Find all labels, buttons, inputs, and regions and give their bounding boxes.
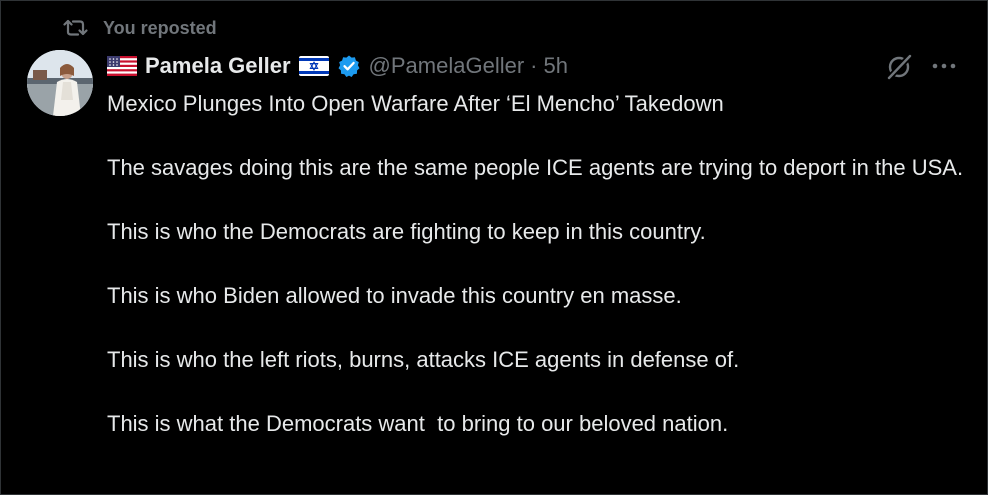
tweet-paragraph: This is who the left riots, burns, attac… [107, 347, 740, 372]
tweet-body: Mexico Plunges Into Open Warfare After ‘… [107, 88, 967, 440]
tweet-paragraph: The savages doing this are the same peop… [107, 155, 964, 180]
avatar[interactable] [27, 50, 93, 116]
us-flag-icon [107, 56, 137, 76]
more-icon[interactable] [929, 56, 959, 76]
tweet-paragraph: This is who Biden allowed to invade this… [107, 283, 682, 308]
israel-flag-icon [298, 56, 329, 76]
tweet-paragraph: This is what the Democrats want to bring… [107, 411, 729, 436]
repost-icon [63, 19, 88, 36]
repost-indicator[interactable]: You reposted [63, 16, 217, 40]
repost-label: You reposted [103, 17, 217, 38]
author-name[interactable]: Pamela Geller [145, 53, 291, 79]
tweet-paragraph: Mexico Plunges Into Open Warfare After ‘… [107, 91, 724, 116]
avatar-photo [27, 50, 93, 116]
tweet-paragraph: This is who the Democrats are fighting t… [107, 219, 706, 244]
grok-icon[interactable] [885, 53, 913, 81]
post-timestamp[interactable]: 5h [544, 53, 568, 79]
tweet-card[interactable]: You reposted Pamela Geller @PamelaGeller… [0, 0, 988, 495]
verified-badge-icon[interactable] [337, 54, 361, 78]
header-separator: · [530, 53, 538, 78]
author-handle[interactable]: @PamelaGeller [369, 53, 525, 79]
tweet-header: Pamela Geller @PamelaGeller · 5h [107, 51, 568, 81]
